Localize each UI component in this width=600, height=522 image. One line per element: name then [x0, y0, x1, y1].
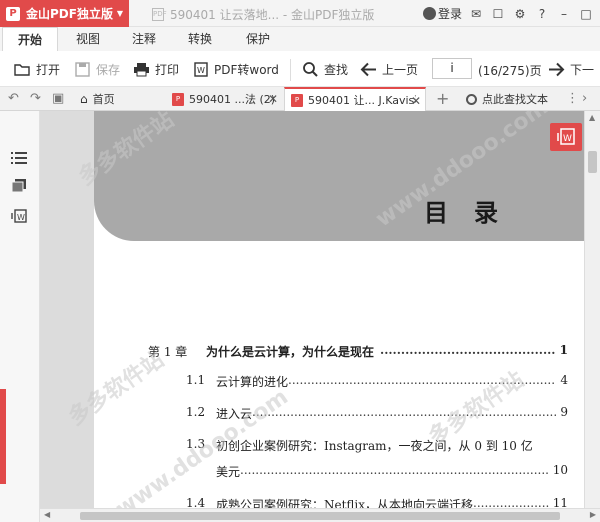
page-number-input[interactable]: i [432, 58, 472, 79]
tab-document-active[interactable]: P 590401 让... J.Kavis著 ✕ [284, 87, 426, 111]
scroll-thumb[interactable] [80, 512, 560, 520]
minimize-icon[interactable]: – [556, 7, 572, 21]
toolbar-divider [290, 59, 291, 81]
left-side-panel: W [0, 111, 40, 522]
save-button[interactable]: 保存 [74, 61, 120, 78]
tab-document-2[interactable]: P 590401 ...法 (2) ✕ [166, 87, 282, 111]
pdf-to-word-icon: W [194, 62, 208, 77]
outline-list-icon[interactable] [11, 151, 27, 165]
panel-collapse-handle[interactable] [0, 389, 6, 484]
maximize-icon[interactable]: □ [578, 7, 594, 21]
pdf-file-icon: P [172, 92, 184, 106]
pdf-page: 目录 第 1 章 为什么是云计算，为什么是现在 ................… [94, 111, 584, 508]
toc-entry[interactable]: 1.2 进入云 ................................… [148, 405, 568, 422]
app-menu-button[interactable]: P 金山PDF独立版 ▼ [0, 0, 129, 27]
close-tab-icon[interactable]: ✕ [411, 94, 421, 108]
more-icon[interactable]: ⋮ [566, 91, 579, 106]
tab-home[interactable]: ⌂ 首页 [74, 87, 164, 111]
find-button[interactable]: 查找 [302, 61, 348, 78]
next-page-button[interactable]: 下一 [548, 61, 594, 78]
folder-open-icon [14, 64, 30, 76]
gear-icon[interactable]: ⚙ [512, 7, 528, 21]
document-tab-bar: ↶ ↷ ▣ ⌂ 首页 P 590401 ...法 (2) ✕ P 590401 … [0, 87, 600, 111]
print-button[interactable]: 打印 [133, 61, 179, 78]
save-small-icon[interactable]: ▣ [52, 91, 64, 106]
app-name: 金山PDF独立版 [26, 7, 113, 21]
skin-icon[interactable]: ☐ [490, 7, 506, 21]
arrow-right-icon [549, 62, 565, 77]
scroll-thumb[interactable] [588, 151, 597, 173]
arrow-left-icon [360, 62, 376, 77]
search-icon [466, 93, 477, 105]
chevron-down-icon: ▼ [116, 9, 123, 18]
pdf-file-icon: P [291, 93, 303, 107]
redo-icon[interactable]: ↷ [30, 91, 41, 106]
tab-convert[interactable]: 转换 [176, 27, 224, 51]
pdf-convert-icon[interactable]: W [11, 209, 27, 223]
main-toolbar: 打开 保存 打印 W PDF转word 查找 上一页 i (16/275)页 下… [0, 51, 600, 87]
search-input[interactable]: 点此查找文本 [466, 91, 548, 107]
window-title: PDF 590401 让云落地... - 金山PDF独立版 [152, 8, 375, 22]
message-icon[interactable]: ✉ [468, 7, 484, 21]
svg-text:W: W [17, 213, 25, 222]
pdf-to-word-button[interactable]: W PDF转word [192, 61, 279, 78]
tab-protect[interactable]: 保护 [234, 27, 282, 51]
page-count: (16/275)页 [478, 64, 542, 78]
tab-start[interactable]: 开始 [2, 27, 58, 51]
toc-entry[interactable]: 美元 .....................................… [148, 463, 568, 480]
tab-annotate[interactable]: 注释 [120, 27, 168, 51]
undo-icon[interactable]: ↶ [8, 91, 19, 106]
new-tab-icon[interactable]: + [436, 89, 449, 108]
horizontal-scrollbar[interactable]: ◀ ▶ [40, 508, 600, 522]
search-icon [303, 62, 318, 77]
save-icon [75, 62, 90, 77]
scroll-left-icon[interactable]: ◀ [44, 510, 50, 519]
thumbnails-icon[interactable] [11, 179, 27, 193]
svg-text:W: W [197, 66, 205, 75]
toc-entry[interactable]: 1.3 初创企业案例研究：Instagram，一夜之间，从 0 到 10 亿 [148, 437, 568, 454]
pdf-to-word-float-button[interactable]: W [550, 123, 582, 151]
login-button[interactable]: 登录 [422, 5, 462, 22]
help-icon[interactable]: ? [534, 7, 550, 21]
printer-icon [134, 63, 149, 77]
ribbon-tabs: 开始 视图 注释 转换 保护 [0, 27, 600, 51]
toc-entry[interactable]: 1.1 云计算的进化 .............................… [148, 373, 568, 390]
prev-page-button[interactable]: 上一页 [360, 61, 418, 78]
toc-entry[interactable]: 1.4 成熟公司案例研究：Netflix，从本地向云端迁移 ..........… [148, 496, 568, 508]
open-button[interactable]: 打开 [14, 61, 60, 78]
convert-icon: W [557, 128, 575, 145]
document-view[interactable]: 目录 第 1 章 为什么是云计算，为什么是现在 ................… [40, 111, 584, 508]
tab-view[interactable]: 视图 [64, 27, 112, 51]
app-logo-icon: P [6, 6, 20, 21]
pdf-file-icon: PDF [152, 8, 167, 21]
scroll-up-icon[interactable]: ▲ [589, 113, 595, 122]
close-tab-icon[interactable]: ✕ [268, 92, 278, 106]
user-icon [422, 7, 436, 20]
svg-text:W: W [563, 134, 572, 144]
toc-entry[interactable]: 第 1 章 为什么是云计算，为什么是现在 ...................… [148, 343, 568, 360]
page-heading: 目录 [424, 198, 524, 227]
chevron-right-icon[interactable]: › [582, 91, 587, 106]
vertical-scrollbar[interactable]: ▲ [584, 111, 600, 508]
scroll-right-icon[interactable]: ▶ [590, 510, 596, 519]
title-bar: P 金山PDF独立版 ▼ PDF 590401 让云落地... - 金山PDF独… [0, 0, 600, 27]
home-icon: ⌂ [80, 92, 88, 106]
